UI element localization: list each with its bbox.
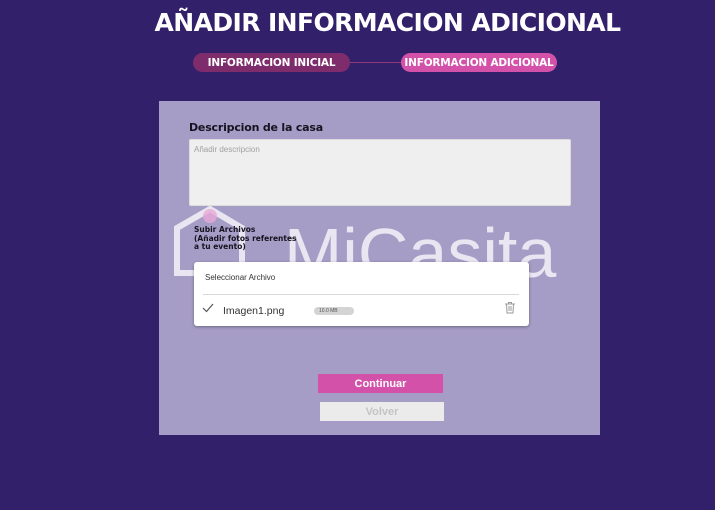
upload-panel: Seleccionar Archivo Imagen1.png 10.0 MB bbox=[194, 262, 529, 326]
continue-button[interactable]: Continuar bbox=[318, 374, 443, 393]
file-size-badge: 10.0 MB bbox=[314, 307, 354, 315]
page-title: AÑADIR INFORMACION ADICIONAL bbox=[154, 8, 622, 37]
trash-icon[interactable] bbox=[504, 301, 516, 314]
check-icon bbox=[202, 303, 214, 313]
file-name: Imagen1.png bbox=[223, 305, 285, 317]
divider bbox=[203, 294, 519, 295]
select-file-button[interactable]: Seleccionar Archivo bbox=[205, 273, 275, 282]
step-informacion-inicial[interactable]: INFORMACION INICIAL bbox=[193, 53, 350, 72]
upload-label: Subir Archivos (Añadir fotos referentes … bbox=[194, 225, 297, 251]
step-informacion-adicional[interactable]: INFORMACION ADICIONAL bbox=[401, 53, 557, 72]
back-button[interactable]: Volver bbox=[320, 402, 444, 421]
description-field[interactable] bbox=[189, 139, 571, 206]
step-connector bbox=[350, 62, 401, 63]
description-label: Descripcion de la casa bbox=[189, 121, 323, 134]
